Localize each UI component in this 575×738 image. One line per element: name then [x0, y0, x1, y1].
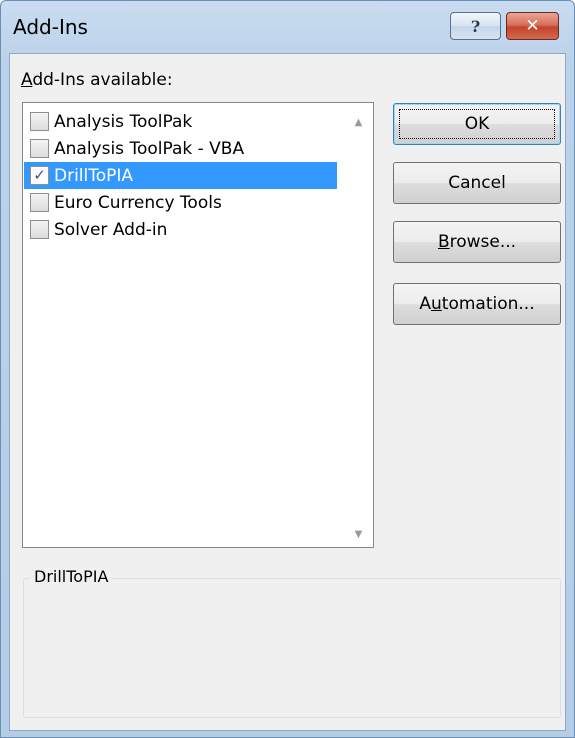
list-item-label: Analysis ToolPak [54, 111, 193, 132]
browse-button[interactable]: Browse... [393, 221, 561, 263]
description-groupbox [23, 578, 561, 718]
list-item-euro-currency-tools[interactable]: Euro Currency Tools [24, 189, 337, 216]
title-bar[interactable]: Add-Ins ? ✕ [1, 1, 574, 53]
ok-button[interactable]: OK [393, 103, 561, 145]
list-item-analysis-toolpak-vba[interactable]: Analysis ToolPak - VBA [24, 135, 337, 162]
check-icon: ✓ [33, 166, 46, 184]
checkbox[interactable] [30, 139, 49, 158]
checkbox[interactable] [30, 112, 49, 131]
list-item-label: Solver Add-in [54, 219, 168, 240]
addins-dialog: Add-Ins ? ✕ Add-Ins available: Analysis … [0, 0, 575, 738]
description-title: DrillToPIA [30, 567, 113, 586]
scroll-up-arrow-icon[interactable]: ▲ [350, 115, 367, 129]
help-button[interactable]: ? [450, 12, 501, 40]
addins-listbox[interactable]: Analysis ToolPak Analysis ToolPak - VBA … [22, 102, 374, 548]
addins-available-label: Add-Ins available: [21, 70, 173, 90]
list-item-label: Analysis ToolPak - VBA [54, 138, 245, 159]
browse-button-label: Browse... [437, 232, 517, 252]
list-item-label: DrillToPIA [54, 165, 134, 186]
scroll-down-arrow-icon[interactable]: ▼ [350, 527, 367, 541]
focus-rectangle [399, 109, 555, 139]
help-icon: ? [470, 16, 481, 36]
dialog-body: Add-Ins available: Analysis ToolPak Anal… [9, 53, 566, 731]
checkbox[interactable] [30, 193, 49, 212]
close-icon: ✕ [525, 16, 540, 36]
list-item-solver-addin[interactable]: Solver Add-in [24, 216, 337, 243]
close-button[interactable]: ✕ [506, 12, 559, 40]
list-item-drilltopia[interactable]: ✓ DrillToPIA [24, 162, 337, 189]
list-item-analysis-toolpak[interactable]: Analysis ToolPak [24, 108, 337, 135]
dialog-title: Add-Ins [13, 15, 88, 39]
cancel-button-label: Cancel [448, 173, 506, 193]
checkbox[interactable]: ✓ [30, 166, 49, 185]
checkbox[interactable] [30, 220, 49, 239]
automation-button[interactable]: Automation... [393, 283, 561, 325]
cancel-button[interactable]: Cancel [393, 162, 561, 204]
automation-button-label: Automation... [419, 294, 535, 314]
list-item-label: Euro Currency Tools [54, 192, 222, 213]
